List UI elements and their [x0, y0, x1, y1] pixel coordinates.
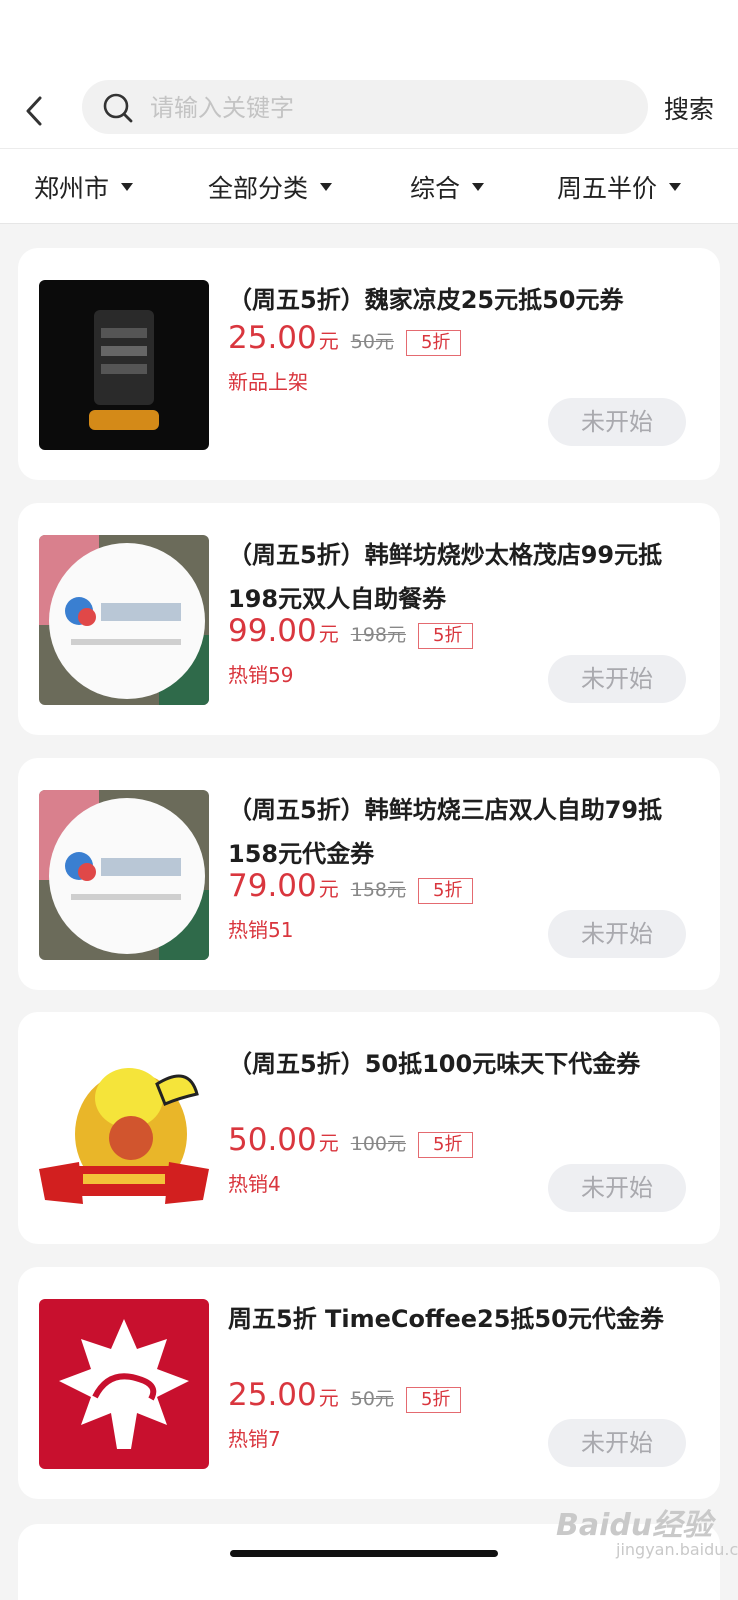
original-price: 50元	[350, 331, 394, 353]
back-button[interactable]	[22, 94, 48, 128]
price-unit: 元	[318, 1131, 339, 1155]
filter-sort[interactable]: 综合	[410, 169, 485, 205]
filter-city[interactable]: 郑州市	[34, 169, 134, 205]
search-button[interactable]: 搜索	[664, 90, 714, 126]
deal-price: 25.00	[228, 1377, 317, 1413]
filter-label: 综合	[410, 174, 461, 203]
deal-status: 热销4	[228, 1172, 281, 1196]
chevron-left-icon	[26, 96, 42, 126]
discount-badge: 5折	[418, 878, 474, 904]
filter-label: 周五半价	[557, 174, 658, 203]
status-bar	[0, 0, 738, 72]
caret-down-icon	[121, 183, 134, 191]
price-unit: 元	[318, 1386, 339, 1410]
original-price: 158元	[350, 879, 407, 901]
deal-status: 热销51	[228, 918, 294, 942]
watermark-logo: Baidu经验 jingyan.baidu.com	[556, 1500, 738, 1559]
not-started-button[interactable]: 未开始	[548, 398, 686, 446]
not-started-button[interactable]: 未开始	[548, 1419, 686, 1467]
search-box[interactable]	[82, 80, 648, 136]
original-price: 198元	[350, 624, 407, 646]
deal-card[interactable]: （周五5折）魏家凉皮25元抵50元券 25.00 元 50元 5折 新品上架 未…	[18, 248, 720, 480]
deal-image	[39, 535, 209, 705]
deal-title: （周五5折）魏家凉皮25元抵50元券	[228, 286, 624, 314]
deal-image	[39, 280, 209, 450]
caret-down-icon	[669, 183, 682, 191]
deal-image	[39, 1299, 209, 1469]
discount-badge: 5折	[405, 330, 462, 356]
search-input[interactable]	[148, 80, 632, 136]
price-row: 50.00 元 100元 5折	[228, 1122, 474, 1158]
deal-card[interactable]: 周五5折 TimeCoffee25抵50元代金券 25.00 元 50元 5折 …	[18, 1267, 720, 1499]
home-indicator[interactable]	[230, 1550, 498, 1557]
filter-bar: 郑州市 全部分类 综合 周五半价	[0, 148, 738, 224]
caret-down-icon	[320, 183, 333, 191]
deal-price: 99.00	[228, 613, 317, 649]
watermark-text: Baidu经验	[556, 1508, 713, 1543]
filter-label: 全部分类	[208, 174, 309, 203]
search-icon	[103, 93, 133, 123]
deal-title: 周五5折 TimeCoffee25抵50元代金券	[228, 1305, 664, 1333]
search-header: 搜索	[0, 72, 738, 148]
price-row: 99.00 元 198元 5折	[228, 613, 474, 649]
price-row: 25.00 元 50元 5折	[228, 320, 462, 356]
filter-promotion[interactable]: 周五半价	[557, 169, 682, 205]
deal-image	[39, 790, 209, 960]
deal-price: 25.00	[228, 320, 317, 356]
discount-badge: 5折	[418, 1132, 474, 1158]
original-price: 50元	[350, 1388, 394, 1410]
not-started-button[interactable]: 未开始	[548, 655, 686, 703]
deal-card[interactable]: （周五5折）韩鲜坊烧炒太格茂店99元抵198元双人自助餐券 99.00 元 19…	[18, 503, 720, 735]
watermark-url: jingyan.baidu.com	[616, 1540, 738, 1559]
deal-card[interactable]: （周五5折）韩鲜坊烧三店双人自助79抵158元代金券 79.00 元 158元 …	[18, 758, 720, 990]
deal-title: （周五5折）韩鲜坊烧三店双人自助79抵158元代金券	[228, 796, 663, 868]
not-started-button[interactable]: 未开始	[548, 910, 686, 958]
price-unit: 元	[318, 622, 339, 646]
deal-title: （周五5折）韩鲜坊烧炒太格茂店99元抵198元双人自助餐券	[228, 541, 663, 613]
deal-image	[39, 1044, 209, 1214]
deal-status: 热销7	[228, 1427, 281, 1451]
caret-down-icon	[472, 183, 485, 191]
deal-status: 热销59	[228, 663, 294, 687]
price-row: 79.00 元 158元 5折	[228, 868, 474, 904]
price-unit: 元	[318, 877, 339, 901]
price-unit: 元	[318, 329, 339, 353]
deal-price: 50.00	[228, 1122, 317, 1158]
price-row: 25.00 元 50元 5折	[228, 1377, 462, 1413]
deal-status: 新品上架	[228, 370, 308, 394]
deal-card[interactable]: （周五5折）50抵100元味天下代金券 50.00 元 100元 5折 热销4 …	[18, 1012, 720, 1244]
original-price: 100元	[350, 1133, 407, 1155]
filter-label: 郑州市	[34, 174, 110, 203]
deal-title: （周五5折）50抵100元味天下代金券	[228, 1050, 641, 1078]
discount-badge: 5折	[405, 1387, 462, 1413]
deal-price: 79.00	[228, 868, 317, 904]
filter-category[interactable]: 全部分类	[208, 169, 333, 205]
discount-badge: 5折	[418, 623, 474, 649]
not-started-button[interactable]: 未开始	[548, 1164, 686, 1212]
